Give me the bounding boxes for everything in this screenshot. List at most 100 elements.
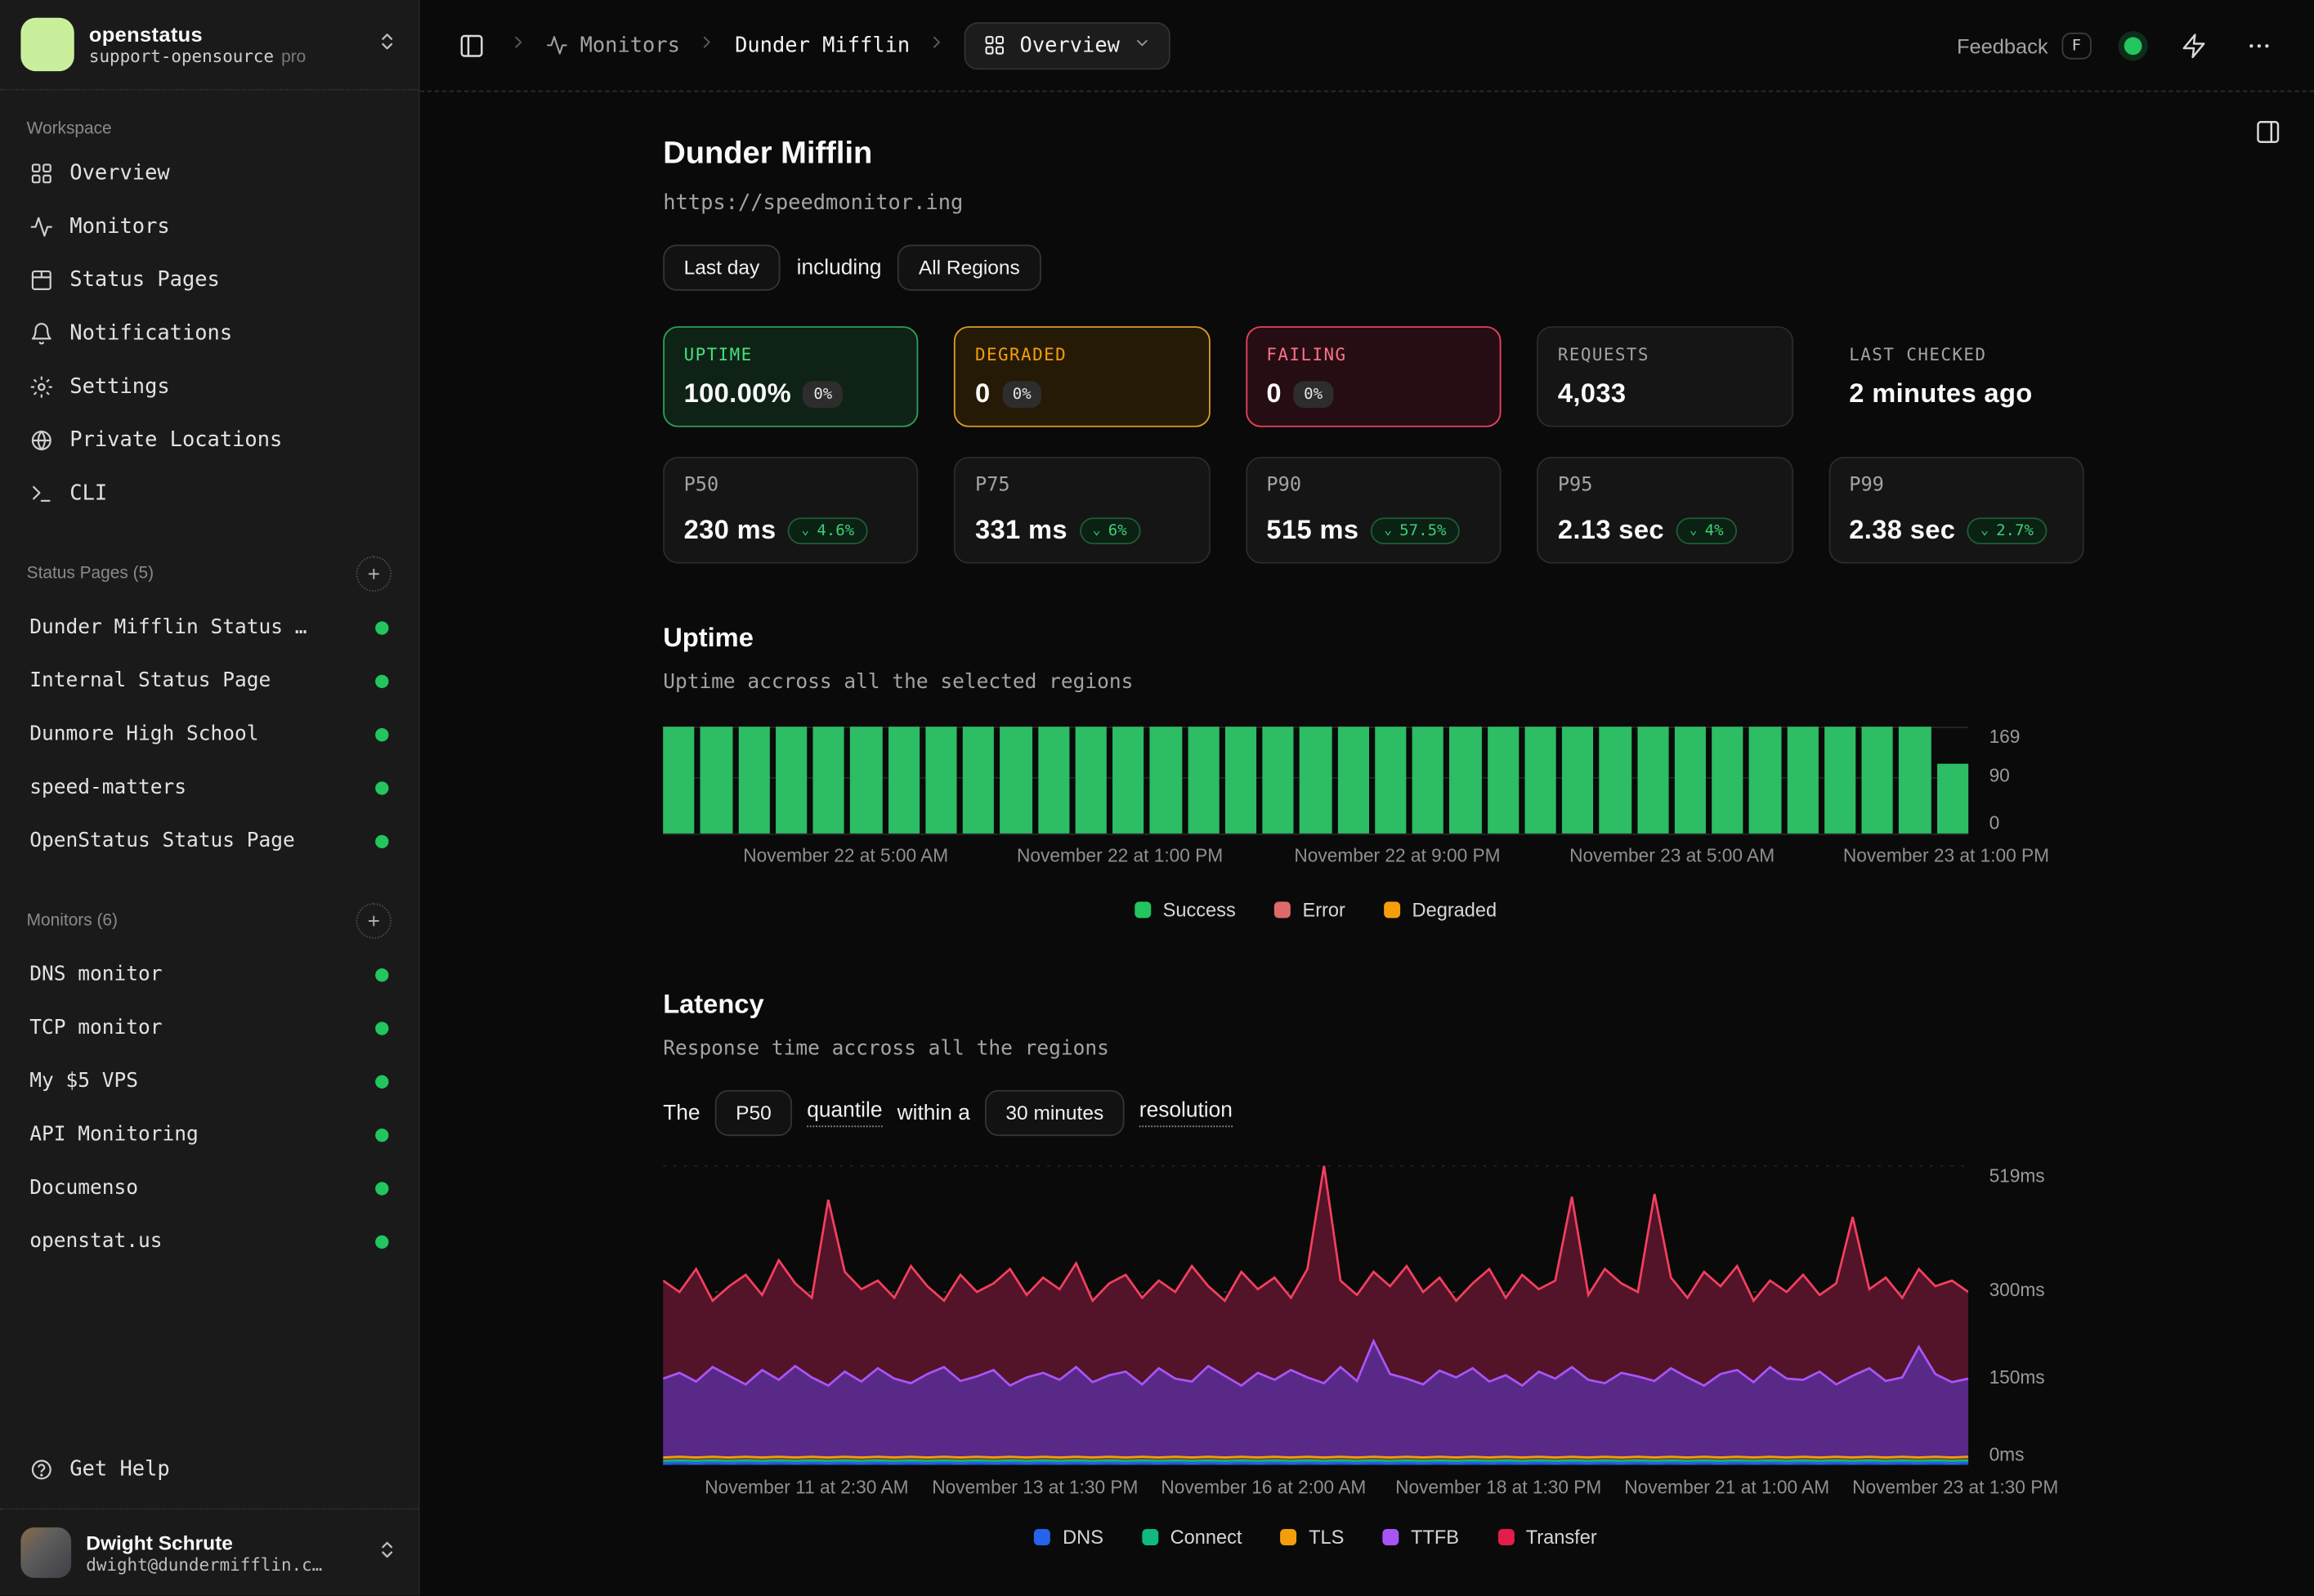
sidebar-item-overview[interactable]: Overview (18, 147, 401, 200)
uptime-bar[interactable] (1487, 727, 1519, 834)
uptime-bar[interactable] (1524, 727, 1556, 834)
legend-item-tls: TLS (1281, 1526, 1345, 1548)
uptime-bar[interactable] (1674, 727, 1706, 834)
latency-section-title: Latency (663, 989, 2084, 1020)
system-status-indicator[interactable] (2118, 30, 2147, 60)
legend-item-error: Error (1274, 899, 1345, 921)
monitor-item[interactable]: openstat.us (18, 1214, 401, 1267)
sidebar-toggle-button[interactable] (452, 26, 490, 65)
uptime-bar[interactable] (888, 727, 920, 834)
uptime-bar[interactable] (1225, 727, 1257, 834)
sidebar-item-notifications[interactable]: Notifications (18, 307, 401, 360)
sidebar-item-private-locations[interactable]: Private Locations (18, 414, 401, 467)
uptime-bar[interactable] (1412, 727, 1444, 834)
uptime-bar[interactable] (663, 727, 695, 834)
uptime-bar[interactable] (1000, 727, 1032, 834)
uptime-bar[interactable] (1337, 727, 1369, 834)
app-root: openstatus support-opensourcepro Workspa… (0, 0, 2314, 1596)
uptime-bar[interactable] (1861, 727, 1893, 834)
uptime-bar[interactable] (776, 727, 808, 834)
uptime-bar[interactable] (1637, 727, 1669, 834)
add-monitor-button[interactable] (356, 903, 392, 939)
uptime-bar[interactable] (1824, 727, 1856, 834)
regions-select-button[interactable]: All Regions (897, 244, 1041, 290)
y-axis-label: 519ms (1990, 1165, 2045, 1186)
page-title: Dunder Mifflin (663, 136, 2084, 172)
uptime-bar[interactable] (963, 726, 995, 834)
uptime-bar[interactable] (738, 727, 770, 834)
feedback-button[interactable]: Feedback F (1957, 32, 2092, 59)
breadcrumb: Monitors Dunder Mifflin Overview (452, 21, 1170, 69)
uptime-bar[interactable] (850, 727, 882, 834)
status-page-item[interactable]: Dunder Mifflin Status … (18, 601, 401, 654)
quantile-word[interactable]: quantile (807, 1099, 882, 1127)
chevron-down-icon: ⌄ (801, 523, 809, 538)
uptime-bar[interactable] (1600, 727, 1631, 834)
uptime-bar[interactable] (1150, 727, 1182, 834)
p95-card: P95 2.13 sec⌄4% (1537, 457, 1793, 564)
degraded-stat-card: DEGRADED 00% (955, 326, 1211, 427)
quantile-select-button[interactable]: P50 (715, 1090, 792, 1136)
uptime-bar[interactable] (1037, 727, 1069, 834)
monitor-item[interactable]: My $5 VPS (18, 1054, 401, 1107)
uptime-bar[interactable] (1075, 727, 1107, 834)
breadcrumb-monitor-name[interactable]: Dunder Mifflin (735, 34, 910, 57)
workspace-switcher[interactable]: openstatus support-opensourcepro (0, 0, 418, 91)
grid-icon (29, 162, 53, 186)
uptime-bar[interactable] (1712, 727, 1743, 834)
uptime-bar[interactable] (1899, 727, 1931, 834)
uptime-bar[interactable] (925, 727, 957, 834)
uptime-bar[interactable] (1188, 727, 1220, 834)
status-dot (375, 834, 388, 847)
add-status-page-button[interactable] (356, 557, 392, 592)
stat-value: 0 (1266, 378, 1282, 409)
resolution-select-button[interactable]: 30 minutes (985, 1090, 1125, 1136)
uptime-bar[interactable] (1449, 727, 1481, 834)
chevron-down-icon: ⌄ (1384, 523, 1392, 538)
uptime-bar[interactable] (1562, 727, 1594, 834)
user-menu[interactable]: Dwight Schrute dwight@dundermifflin.c… (0, 1509, 418, 1596)
sidebar-item-label: Monitors (69, 215, 169, 239)
uptime-bar[interactable] (1112, 727, 1144, 834)
monitor-item[interactable]: DNS monitor (18, 948, 401, 1001)
status-page-item[interactable]: Dunmore High School (18, 708, 401, 761)
x-axis-label: November 22 at 1:00 PM (1017, 845, 1223, 865)
resolution-word[interactable]: resolution (1139, 1099, 1233, 1127)
sidebar-item-monitors[interactable]: Monitors (18, 200, 401, 253)
period-select-button[interactable]: Last day (663, 244, 780, 290)
monitor-item[interactable]: Documenso (18, 1161, 401, 1214)
latency-area-chart[interactable] (663, 1165, 1968, 1465)
uptime-bar[interactable] (812, 727, 844, 834)
y-axis-label: 150ms (1990, 1366, 2045, 1387)
p99-card: P99 2.38 sec⌄2.7% (1828, 457, 2084, 564)
latency-chart: 519ms300ms150ms0ms November 11 at 2:30 A… (663, 1165, 2084, 1548)
uptime-bar[interactable] (1787, 727, 1819, 834)
more-options-button[interactable] (2240, 26, 2278, 65)
sidebar-item-status-pages[interactable]: Status Pages (18, 253, 401, 306)
get-help-button[interactable]: Get Help (18, 1443, 401, 1496)
stat-badge: 0% (803, 380, 843, 407)
uptime-bar[interactable] (1300, 727, 1332, 834)
status-page-item[interactable]: speed-matters (18, 761, 401, 814)
uptime-bar[interactable] (1375, 727, 1407, 834)
stat-value: 2 minutes ago (1849, 378, 2032, 409)
sidebar-item-cli[interactable]: CLI (18, 467, 401, 521)
status-page-item[interactable]: Internal Status Page (18, 654, 401, 707)
breadcrumb-monitors[interactable]: Monitors (546, 34, 680, 57)
status-page-name: Dunder Mifflin Status … (29, 615, 307, 639)
sidebar-item-settings[interactable]: Settings (18, 360, 401, 414)
bell-icon (29, 322, 53, 346)
monitor-item[interactable]: TCP monitor (18, 1001, 401, 1054)
uptime-bar[interactable] (1262, 727, 1294, 834)
status-page-item[interactable]: OpenStatus Status Page (18, 814, 401, 867)
view-selector-button[interactable]: Overview (965, 21, 1170, 69)
command-menu-button[interactable] (2174, 26, 2213, 65)
details-panel-toggle-button[interactable] (2249, 113, 2287, 151)
uptime-bar[interactable] (1749, 727, 1781, 834)
legend-item-transfer: Transfer (1497, 1526, 1596, 1548)
status-dot (375, 674, 388, 687)
uptime-bar[interactable] (700, 727, 732, 834)
monitor-item[interactable]: API Monitoring (18, 1108, 401, 1161)
uptime-bars[interactable] (663, 726, 1968, 834)
uptime-bar[interactable] (1936, 764, 1968, 834)
